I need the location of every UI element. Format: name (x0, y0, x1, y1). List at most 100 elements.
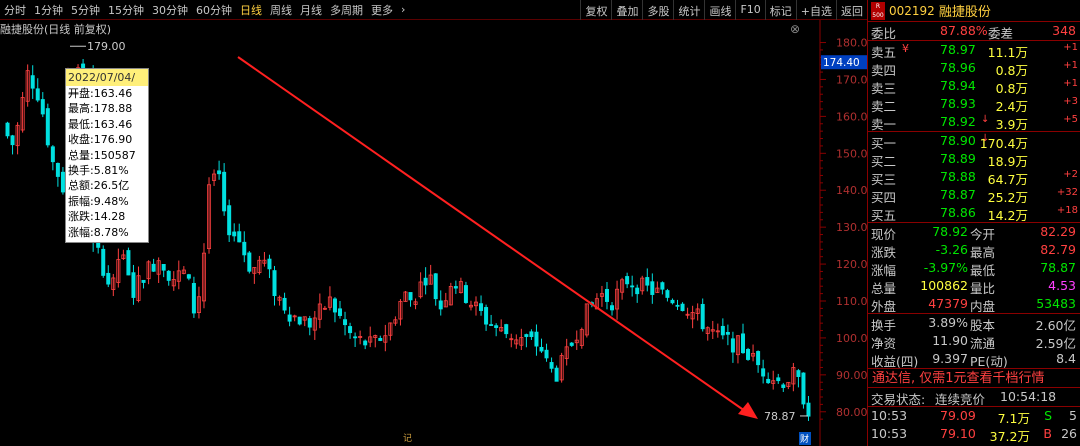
candle-down (675, 304, 680, 307)
stat-label: 内盘 (970, 299, 996, 314)
stock-name[interactable]: 融捷股份 (939, 1, 991, 20)
tick-price: 79.09 (940, 408, 976, 423)
stat-label: 外盘 (871, 299, 897, 314)
candle-down (645, 277, 650, 286)
candle-down (423, 277, 428, 286)
stat-value: 78.87 (1040, 260, 1076, 275)
candle-down (378, 337, 383, 341)
candle-down (247, 252, 252, 272)
tooltip-row: 换手:5.81% (68, 164, 129, 178)
candle-down (463, 285, 468, 303)
candle-down (267, 258, 272, 270)
candle-down (660, 282, 665, 290)
stat-value: -3.97% (923, 260, 968, 275)
candle-down (353, 336, 358, 339)
sell-level-change: +1 (1063, 60, 1078, 71)
tick-time: 10:53 (871, 408, 908, 423)
candle-down (730, 338, 735, 353)
tick-count: 5 (1069, 408, 1077, 423)
y-tick-label: 90.00 (836, 369, 867, 382)
chart-close-icon[interactable]: ⊗ (790, 22, 800, 36)
candle-info-tooltip: 2022/07/04/一 开盘:163.46 最高:178.88 最低:163.46… (65, 68, 149, 243)
candle-down (131, 272, 136, 298)
buy-level-price: 78.90 (940, 133, 976, 148)
candle-down (5, 122, 10, 137)
candle-down (151, 263, 156, 272)
weicha-label: 委差 (988, 26, 1014, 41)
current-price-tag: 174.40 (823, 57, 860, 69)
buy-level-row: 买五 78.86 14.2万 +18 (868, 204, 1080, 223)
share-value: 11.90 (932, 333, 968, 348)
sell-level-arrow-icon: ↓ (981, 114, 990, 125)
candle-down (242, 241, 247, 256)
share-row: 净资 11.90 流通 2.59亿 (868, 332, 1080, 351)
stat-row: 现价 78.92 今开 82.29 (868, 223, 1080, 242)
candle-down (569, 342, 574, 346)
tick-row: 10:53 79.09 7.1万 S 5 (868, 407, 1080, 426)
order-book: 卖五 ¥78.97 11.1万 +1 卖四 78.96 0.8万 +1 卖三 78.94 0.8万 +… (868, 40, 1080, 223)
sell-level-row: 卖五 ¥78.97 11.1万 +1 (868, 41, 1080, 60)
candle-down (272, 270, 277, 297)
share-stats: 换手 3.89% 股本 2.60亿 净资 11.90 流通 2.59亿 收益(四) 9.397 PE… (868, 313, 1080, 369)
tick-side: B (1043, 426, 1052, 441)
stat-value: 47379 (928, 296, 968, 311)
candle-down (635, 287, 640, 295)
tick-side: S (1044, 408, 1052, 423)
candle-down (438, 300, 443, 310)
sell-level-row: 卖四 78.96 0.8万 +1 (868, 59, 1080, 78)
trade-state-row: 交易状态: 连续竞价 10:54:18 (868, 388, 1080, 407)
candle-down (534, 331, 539, 347)
candle-down (35, 88, 40, 101)
candle-down (484, 307, 489, 325)
candle-down (408, 292, 413, 301)
candle-down (761, 368, 766, 377)
tooltip-row: 总额:26.5亿 (68, 179, 130, 193)
sell-level-price: 78.92 (940, 114, 976, 129)
candle-down (554, 367, 559, 382)
ad-banner[interactable]: 通达信, 仅需1元查看千档行情 (868, 368, 1080, 388)
candle-down (776, 377, 781, 382)
candle-down (237, 231, 242, 243)
stat-value: 100862 (920, 278, 968, 293)
y-tick-label: 180.0 (836, 37, 867, 50)
buy-level-change: +18 (1056, 205, 1078, 216)
share-label: 收益(四) (871, 354, 919, 369)
candle-down (766, 378, 771, 384)
event-mark: 记 (403, 433, 412, 444)
tooltip-row: 最低:163.46 (68, 117, 133, 131)
y-tick-label: 110.0 (836, 295, 867, 308)
price-stats: 现价 78.92 今开 82.29 涨跌 -3.26 最高 82.79 涨幅 -3.97% 最低 78… (868, 222, 1080, 314)
min-price-label: 78.87 (764, 410, 796, 423)
stat-row: 总量 100862 量比 4.53 (868, 277, 1080, 296)
weibi-label: 委比 (871, 26, 897, 41)
share-label: PE(动) (970, 354, 1008, 369)
candle-down (680, 303, 685, 312)
candle-down (725, 332, 730, 335)
weibi-row: 委比 87.88% 委差 348 (868, 22, 1080, 41)
stat-value: 82.29 (1040, 224, 1076, 239)
stock-code[interactable]: 002192 (889, 4, 935, 18)
trade-state: 连续竞价 (935, 392, 986, 407)
candle-down (101, 248, 106, 276)
y-tick-label: 140.0 (836, 184, 867, 197)
candle-down (106, 272, 111, 285)
candle-down (45, 108, 50, 146)
report-mark: 财 (800, 433, 809, 445)
weibi-value: 87.88% (940, 23, 988, 38)
candle-down (489, 324, 494, 326)
candle-down (670, 299, 675, 304)
candle-down (30, 75, 35, 89)
sell-level-change: +3 (1063, 96, 1078, 107)
sell-level-price: 78.93 (940, 96, 976, 111)
quote-panel: R 500 002192 融捷股份 委比 87.88% 委差 348 卖五 ¥78… (867, 0, 1080, 446)
candle-down (544, 349, 549, 359)
stat-row: 外盘 47379 内盘 53483 (868, 295, 1080, 314)
candle-down (801, 372, 806, 405)
sell-level-row: 卖一 78.92 ↓ 3.9万 +5 (868, 113, 1080, 132)
buy-level-change: +32 (1056, 187, 1078, 198)
candle-down (479, 303, 484, 311)
candle-down (625, 276, 630, 285)
trend-arrow-icon (738, 402, 758, 419)
tooltip-row: 最高:178.88 (68, 102, 133, 116)
candle-down (332, 298, 337, 313)
